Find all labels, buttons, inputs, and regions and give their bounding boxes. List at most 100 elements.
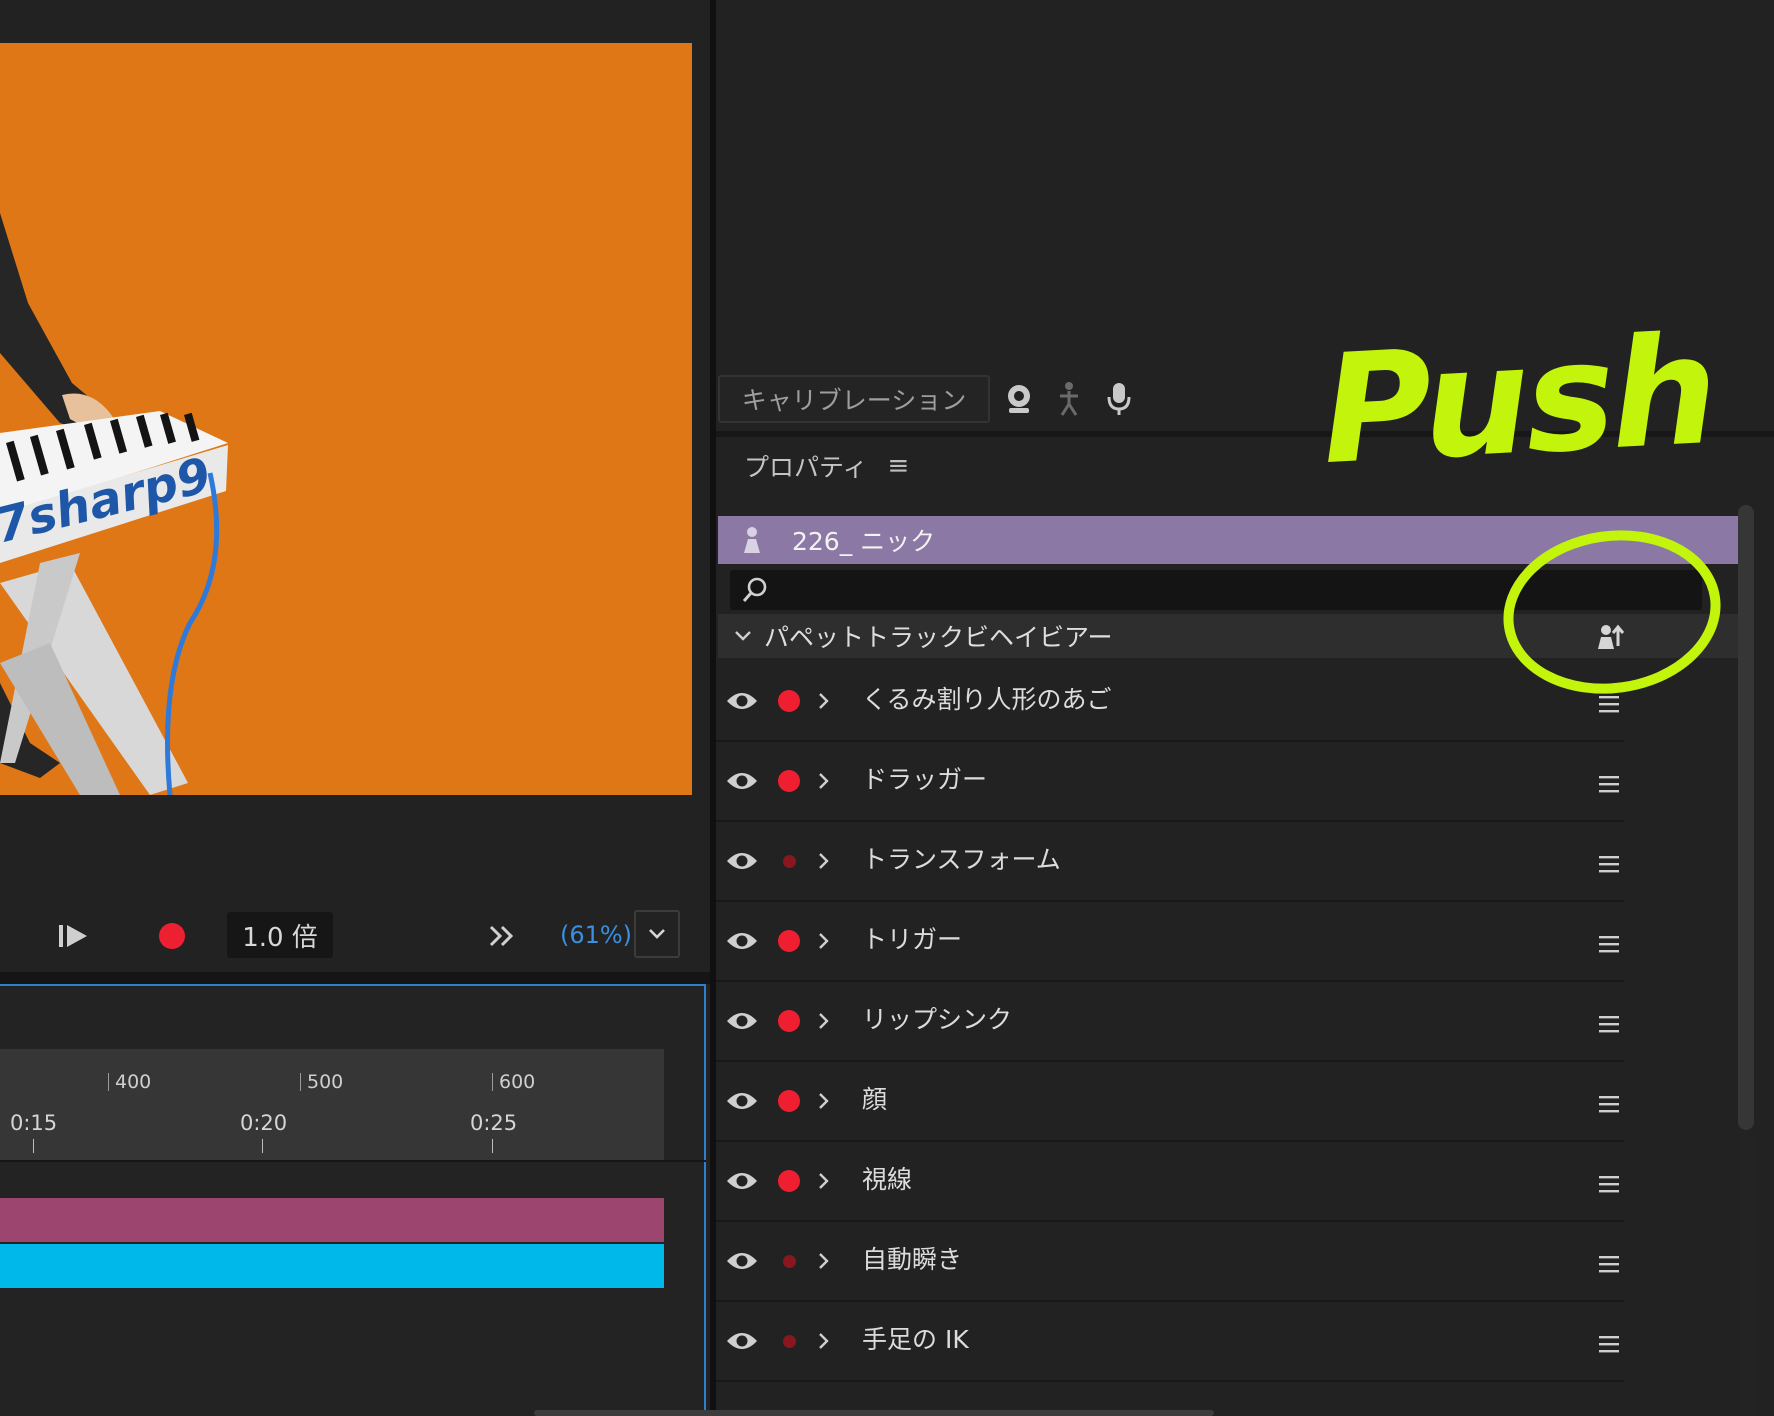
- record-arm-icon: [778, 770, 800, 792]
- behavior-label: トランスフォーム: [862, 845, 1061, 874]
- record-arm-toggle[interactable]: [776, 1168, 802, 1194]
- record-arm-icon: [782, 854, 796, 868]
- body-icon: [1060, 382, 1078, 416]
- chevron-right-icon[interactable]: [812, 1088, 836, 1114]
- eye-icon[interactable]: [724, 846, 760, 876]
- annotation-text: Push: [1317, 303, 1718, 499]
- behavior-search-field[interactable]: [730, 570, 1702, 610]
- behavior-row[interactable]: ドラッガー: [716, 742, 1624, 822]
- puppet-icon: [734, 526, 770, 554]
- timeline-ruler[interactable]: 400 500 600 0:15 0:20 0:25: [0, 1049, 664, 1161]
- playback-speed-field[interactable]: 1.0 倍: [227, 912, 333, 958]
- search-icon: [740, 575, 770, 605]
- record-arm-toggle[interactable]: [776, 1328, 802, 1354]
- chevron-right-icon[interactable]: [812, 1328, 836, 1354]
- behavior-menu-icon[interactable]: [1596, 932, 1622, 956]
- puppet-selector-row[interactable]: 226_ ニック: [718, 516, 1738, 564]
- panel-divider[interactable]: [0, 972, 710, 984]
- behavior-label: ドラッガー: [862, 765, 988, 794]
- behavior-row[interactable]: 視線: [716, 1142, 1624, 1222]
- record-arm-icon: [782, 1254, 796, 1268]
- eye-icon[interactable]: [724, 1166, 760, 1196]
- search-input[interactable]: [776, 576, 1702, 604]
- eye-icon[interactable]: [724, 1246, 760, 1276]
- record-arm-toggle[interactable]: [776, 1008, 802, 1034]
- time-tick-mark: [33, 1139, 34, 1153]
- behavior-menu-icon[interactable]: [1596, 1092, 1622, 1116]
- calibration-button[interactable]: キャリブレーション: [718, 375, 990, 423]
- time-tick-label: 0:20: [240, 1111, 288, 1135]
- chevron-right-icon[interactable]: [812, 1008, 836, 1034]
- chevron-right-icon[interactable]: [812, 1248, 836, 1274]
- chevron-right-icon[interactable]: [812, 768, 836, 794]
- behavior-menu-icon[interactable]: [1596, 692, 1622, 716]
- step-forward-button[interactable]: [52, 914, 96, 958]
- puppet-track-bar[interactable]: [0, 1198, 664, 1242]
- record-arm-icon: [778, 1090, 800, 1112]
- zoom-dropdown-button[interactable]: [634, 910, 680, 958]
- ruler-divider: [0, 1160, 706, 1162]
- record-arm-toggle[interactable]: [776, 1088, 802, 1114]
- behavior-row[interactable]: 自動瞬き: [716, 1222, 1624, 1302]
- record-arm-icon: [778, 690, 800, 712]
- timeline-panel: 400 500 600 0:15 0:20 0:25: [0, 984, 706, 1416]
- puppet-add-behavior-icon: [1598, 624, 1625, 649]
- eye-icon[interactable]: [724, 1326, 760, 1356]
- behavior-label: トリガー: [862, 925, 963, 954]
- record-arm-toggle[interactable]: [776, 848, 802, 874]
- behavior-row[interactable]: 顔: [716, 1062, 1624, 1142]
- properties-menu-icon[interactable]: ≡: [888, 451, 910, 481]
- properties-scrollbar[interactable]: [1738, 505, 1754, 1130]
- behavior-row[interactable]: トランスフォーム: [716, 822, 1624, 902]
- step-forward-icon: [59, 925, 87, 947]
- behavior-row[interactable]: くるみ割り人形のあご: [716, 662, 1624, 742]
- eye-icon[interactable]: [724, 1006, 760, 1036]
- scrollbar-track[interactable]: [1738, 1130, 1754, 1416]
- time-tick-mark: [262, 1139, 263, 1153]
- behavior-row[interactable]: リップシンク: [716, 982, 1624, 1062]
- microphone-toggle[interactable]: [1102, 381, 1136, 417]
- horizontal-scrollbar[interactable]: [534, 1410, 1214, 1416]
- record-arm-toggle[interactable]: [776, 688, 802, 714]
- behavior-label: 自動瞬き: [862, 1245, 963, 1274]
- record-arm-icon: [778, 1010, 800, 1032]
- zoom-level-label[interactable]: (61%): [560, 912, 632, 958]
- chevron-right-icon[interactable]: [812, 928, 836, 954]
- behavior-label: 手足の IK: [862, 1325, 969, 1354]
- behavior-menu-icon[interactable]: [1596, 852, 1622, 876]
- scene-preview[interactable]: 7sharp9: [0, 43, 692, 795]
- scene-artwork: 7sharp9: [0, 213, 228, 795]
- time-tick-label: 0:25: [470, 1111, 518, 1135]
- record-icon: [159, 923, 185, 949]
- eye-icon[interactable]: [724, 766, 760, 796]
- behavior-label: くるみ割り人形のあご: [862, 685, 1112, 714]
- behavior-row[interactable]: トリガー: [716, 902, 1624, 982]
- behavior-menu-icon[interactable]: [1596, 1332, 1622, 1356]
- time-tick-label: 0:15: [10, 1111, 58, 1135]
- webcam-toggle[interactable]: [1002, 381, 1036, 417]
- chevron-right-icon[interactable]: [812, 848, 836, 874]
- behavior-menu-icon[interactable]: [1596, 1172, 1622, 1196]
- record-arm-toggle[interactable]: [776, 768, 802, 794]
- behavior-menu-icon[interactable]: [1596, 1012, 1622, 1036]
- behavior-menu-icon[interactable]: [1596, 772, 1622, 796]
- chevron-right-icon[interactable]: [812, 1168, 836, 1194]
- behavior-row[interactable]: 手足の IK: [716, 1302, 1624, 1382]
- audio-track-bar[interactable]: [0, 1244, 664, 1288]
- behavior-label: 視線: [862, 1165, 913, 1194]
- fast-forward-button[interactable]: [480, 914, 524, 958]
- webcam-icon: [1008, 385, 1030, 413]
- record-arm-toggle[interactable]: [776, 928, 802, 954]
- chevron-down-icon[interactable]: [726, 630, 760, 642]
- behavior-group-header[interactable]: パペットトラックビヘイビアー: [718, 614, 1738, 658]
- add-behavior-button[interactable]: [1594, 620, 1628, 652]
- eye-icon[interactable]: [724, 686, 760, 716]
- puppet-name: 226_ ニック: [792, 527, 936, 556]
- record-arm-toggle[interactable]: [776, 1248, 802, 1274]
- eye-icon[interactable]: [724, 1086, 760, 1116]
- eye-icon[interactable]: [724, 926, 760, 956]
- behavior-menu-icon[interactable]: [1596, 1252, 1622, 1276]
- record-button[interactable]: [150, 914, 194, 958]
- body-tracking-toggle[interactable]: [1052, 381, 1086, 417]
- chevron-right-icon[interactable]: [812, 688, 836, 714]
